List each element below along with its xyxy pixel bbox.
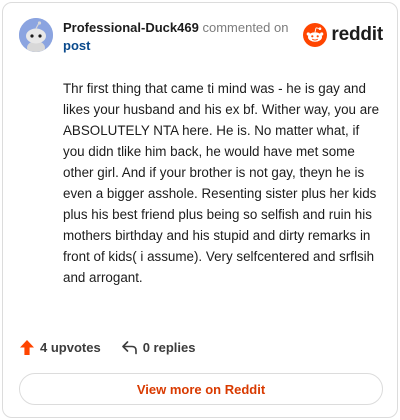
reddit-logo-icon: [303, 23, 328, 47]
reply-count: 0 replies: [142, 340, 196, 355]
replies-button[interactable]: 0 replies: [121, 340, 196, 355]
upvote-button[interactable]: 4 upvotes: [19, 339, 101, 356]
comment-header: Professional-Duck469 commented on post: [63, 19, 288, 55]
user-avatar[interactable]: [19, 18, 53, 52]
view-more-button[interactable]: View more on Reddit: [19, 373, 383, 405]
username[interactable]: Professional-Duck469: [63, 20, 199, 35]
reddit-logo[interactable]: reddit: [303, 23, 383, 47]
comment-card: Professional-Duck469 commented on post r…: [2, 2, 398, 418]
reddit-wordmark: reddit: [331, 24, 383, 45]
upvote-count: 4 upvotes: [40, 340, 101, 355]
snoo-avatar-icon: [19, 18, 53, 52]
upvote-arrow-icon: [20, 340, 34, 355]
post-link[interactable]: post: [63, 37, 288, 55]
comment-body: Thr first thing that came ti mind was - …: [63, 81, 380, 285]
comment-action-text: commented on: [202, 20, 289, 35]
comment-actions: 4 upvotes 0 replies: [19, 339, 195, 356]
reply-arrow-icon: [121, 341, 137, 355]
